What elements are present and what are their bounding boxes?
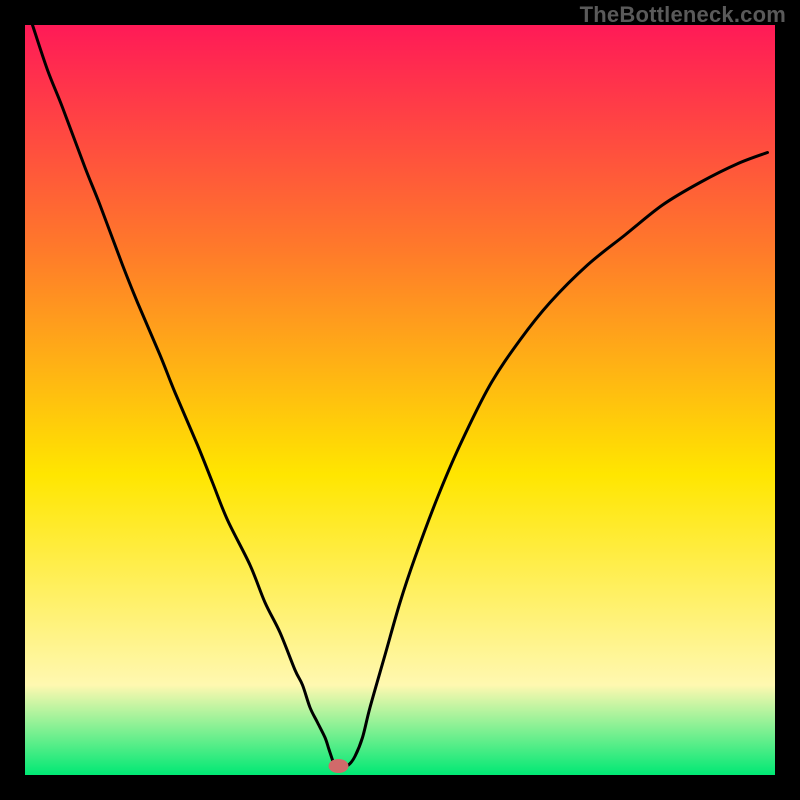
chart-frame: TheBottleneck.com (0, 0, 800, 800)
optimal-marker (329, 759, 349, 773)
gradient-background (25, 25, 775, 775)
bottleneck-chart (0, 0, 800, 800)
watermark-text: TheBottleneck.com (580, 2, 786, 28)
